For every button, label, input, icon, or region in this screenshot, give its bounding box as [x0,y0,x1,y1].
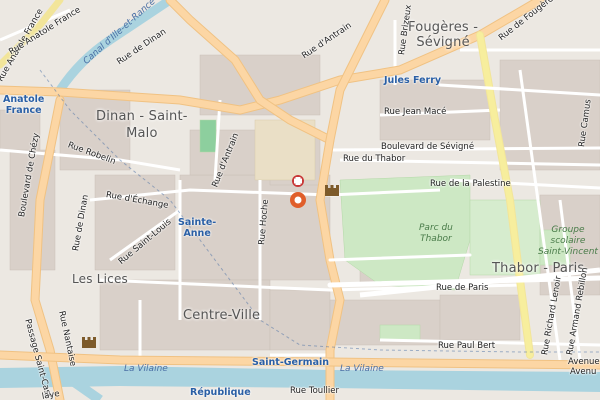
castle-icon[interactable] [325,185,339,196]
map-view[interactable]: Fougères - Sévigné Dinan - Saint- Malo C… [0,0,600,400]
castle-icon[interactable] [82,337,96,348]
location-pin-icon[interactable] [290,192,306,208]
map-canvas[interactable] [0,0,600,400]
hospital-icon[interactable] [292,175,304,187]
